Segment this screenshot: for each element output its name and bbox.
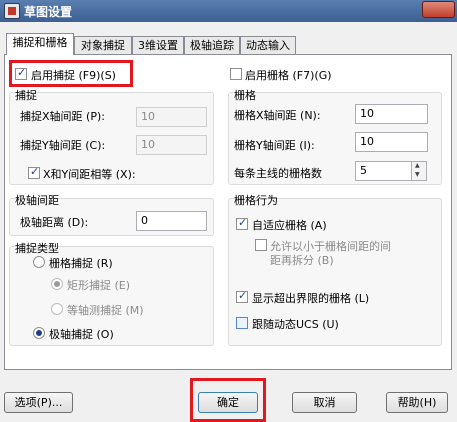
tab-snap-grid[interactable]: 捕捉和栅格: [6, 33, 74, 55]
help-button[interactable]: 帮助(H): [386, 392, 448, 413]
close-button[interactable]: [422, 1, 455, 18]
snap-y-spacing-label: 捕捉Y轴间距 (C):: [20, 139, 106, 152]
polar-snap-label: 极轴捕捉 (O): [49, 328, 114, 341]
equal-spacing-label: X和Y间距相等 (X):: [43, 168, 136, 181]
polar-distance-label: 极轴距离 (D):: [20, 216, 89, 229]
polar-spacing-group-title: 极轴间距: [15, 194, 59, 207]
major-line-label: 每条主线的栅格数: [234, 167, 322, 180]
cancel-button[interactable]: 取消: [292, 392, 357, 413]
grid-group-title: 栅格: [234, 89, 256, 102]
beyond-limits-checkbox[interactable]: [236, 289, 248, 303]
subdivide-checkbox[interactable]: [255, 239, 267, 251]
grid-snap-radio[interactable]: [33, 256, 45, 268]
options-button[interactable]: 选项(P)...: [4, 392, 73, 413]
polar-snap-radio[interactable]: [33, 327, 45, 339]
window-title: 草图设置: [24, 5, 73, 19]
grid-x-spacing-input[interactable]: 10: [355, 104, 428, 124]
rect-snap-label: 矩形捕捉 (E): [67, 279, 131, 292]
enable-grid-label: 启用栅格 (F7)(G): [245, 69, 332, 82]
app-icon: [4, 3, 20, 19]
tab-polar-tracking[interactable]: 极轴追踪: [184, 36, 240, 54]
equal-spacing-checkbox[interactable]: [28, 165, 40, 179]
tab-3d-settings[interactable]: 3维设置: [132, 36, 184, 54]
highlight-box-snap: [9, 60, 133, 87]
highlight-box-ok: [190, 378, 266, 422]
title-bar[interactable]: 草图设置: [0, 0, 457, 22]
major-line-input[interactable]: 5: [355, 161, 412, 181]
rect-snap-radio[interactable]: [51, 278, 63, 290]
snap-x-spacing-label: 捕捉X轴间距 (P):: [20, 110, 105, 123]
snap-y-spacing-input[interactable]: 10: [136, 135, 207, 155]
adaptive-grid-checkbox[interactable]: [236, 216, 248, 230]
grid-behavior-group-title: 栅格行为: [234, 194, 278, 207]
snap-type-group-title: 捕捉类型: [15, 242, 59, 255]
grid-snap-label: 栅格捕捉 (R): [49, 257, 113, 270]
snap-x-spacing-input[interactable]: 10: [136, 107, 207, 127]
adaptive-grid-label: 自适应栅格 (A): [252, 219, 327, 232]
grid-y-spacing-input[interactable]: 10: [355, 132, 428, 152]
snap-group-title: 捕捉: [15, 89, 37, 102]
subdivide-label-line2: 距再拆分 (B): [270, 254, 334, 267]
tab-dynamic-input[interactable]: 动态输入: [240, 36, 296, 54]
follow-ucs-label: 跟随动态UCS (U): [252, 318, 339, 331]
iso-snap-label: 等轴测捕捉 (M): [67, 304, 144, 317]
grid-x-spacing-label: 栅格X轴间距 (N):: [234, 109, 321, 122]
follow-ucs-checkbox[interactable]: [236, 317, 248, 329]
major-line-spinner[interactable]: [412, 161, 427, 181]
tab-object-snap[interactable]: 对象捕捉: [74, 36, 132, 54]
grid-y-spacing-label: 栅格Y轴间距 (I):: [234, 139, 315, 152]
polar-distance-input[interactable]: 0: [136, 211, 207, 231]
iso-snap-radio[interactable]: [51, 303, 63, 315]
enable-grid-checkbox[interactable]: [230, 68, 242, 80]
beyond-limits-label: 显示超出界限的栅格 (L): [252, 292, 370, 305]
